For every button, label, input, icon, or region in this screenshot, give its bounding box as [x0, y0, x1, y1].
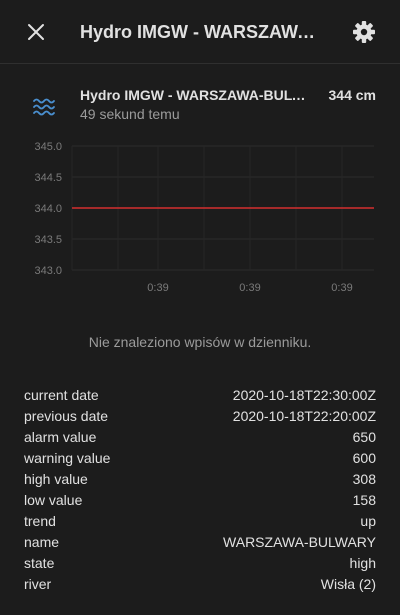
- attributes-list: current date 2020-10-18T22:30:00Z previous…: [24, 385, 376, 595]
- y-tick-label: 344.0: [34, 203, 62, 215]
- attribute-label: previous date: [24, 408, 109, 424]
- dialog-header: Hydro IMGW - WARSZAWA-BULWARY: [0, 0, 400, 64]
- attribute-label: river: [24, 576, 52, 592]
- attribute-row: state high: [24, 553, 376, 574]
- y-tick-label: 343.5: [34, 234, 62, 246]
- attribute-label: high value: [24, 471, 88, 487]
- attribute-value: 2020-10-18T22:20:00Z: [232, 408, 376, 424]
- entity-state-value: 344 cm: [328, 87, 376, 103]
- x-tick-label: 0:39: [331, 282, 352, 294]
- x-tick-label: 0:39: [147, 282, 168, 294]
- y-tick-label: 345.0: [34, 141, 62, 153]
- attribute-label: alarm value: [24, 429, 97, 445]
- attribute-row: low value 158: [24, 490, 376, 511]
- attribute-value: up: [360, 513, 376, 529]
- attribute-row: alarm value 650: [24, 427, 376, 448]
- attribute-row: name WARSZAWA-BULWARY: [24, 532, 376, 553]
- last-changed-time: 49 sekund temu: [80, 106, 180, 122]
- attribute-value: 600: [352, 450, 376, 466]
- waves-icon: [28, 92, 60, 120]
- y-tick-label: 343.0: [34, 265, 62, 277]
- settings-button[interactable]: [344, 12, 384, 52]
- attribute-value: 2020-10-18T22:30:00Z: [232, 387, 376, 403]
- x-tick-label: 0:39: [239, 282, 260, 294]
- attribute-row: river Wisła (2): [24, 574, 376, 595]
- attribute-row: high value 308: [24, 469, 376, 490]
- history-chart[interactable]: 345.0 344.5 344.0 343.5 343.0 0:39 0:39 0:39: [0, 130, 400, 300]
- close-button[interactable]: [16, 12, 56, 52]
- attribute-value: Wisła (2): [320, 576, 376, 592]
- attribute-row: trend up: [24, 511, 376, 532]
- attribute-label: low value: [24, 492, 83, 508]
- history-chart-svg: 345.0 344.5 344.0 343.5 343.0 0:39 0:39 0:39: [34, 141, 374, 294]
- attribute-value: 650: [352, 429, 376, 445]
- attribute-value: 158: [352, 492, 376, 508]
- attribute-label: state: [24, 555, 55, 571]
- attribute-value: 308: [352, 471, 376, 487]
- attribute-label: name: [24, 534, 60, 550]
- close-icon: [28, 24, 44, 40]
- entity-name[interactable]: Hydro IMGW - WARSZAWA-BULWARY: [80, 85, 312, 105]
- y-tick-label: 344.5: [34, 172, 62, 184]
- dialog-title: Hydro IMGW - WARSZAWA-BULWARY: [80, 22, 320, 42]
- attribute-row: previous date 2020-10-18T22:20:00Z: [24, 406, 376, 427]
- attribute-value: WARSZAWA-BULWARY: [223, 534, 376, 550]
- logbook-empty-message: Nie znaleziono wpisów w dzienniku.: [88, 334, 312, 350]
- attribute-row: current date 2020-10-18T22:30:00Z: [24, 385, 376, 406]
- attribute-row: warning value 600: [24, 448, 376, 469]
- attribute-label: current date: [24, 387, 99, 403]
- attribute-label: warning value: [24, 450, 111, 466]
- attribute-value: high: [349, 555, 376, 571]
- gear-icon: [353, 21, 375, 43]
- attribute-label: trend: [24, 513, 56, 529]
